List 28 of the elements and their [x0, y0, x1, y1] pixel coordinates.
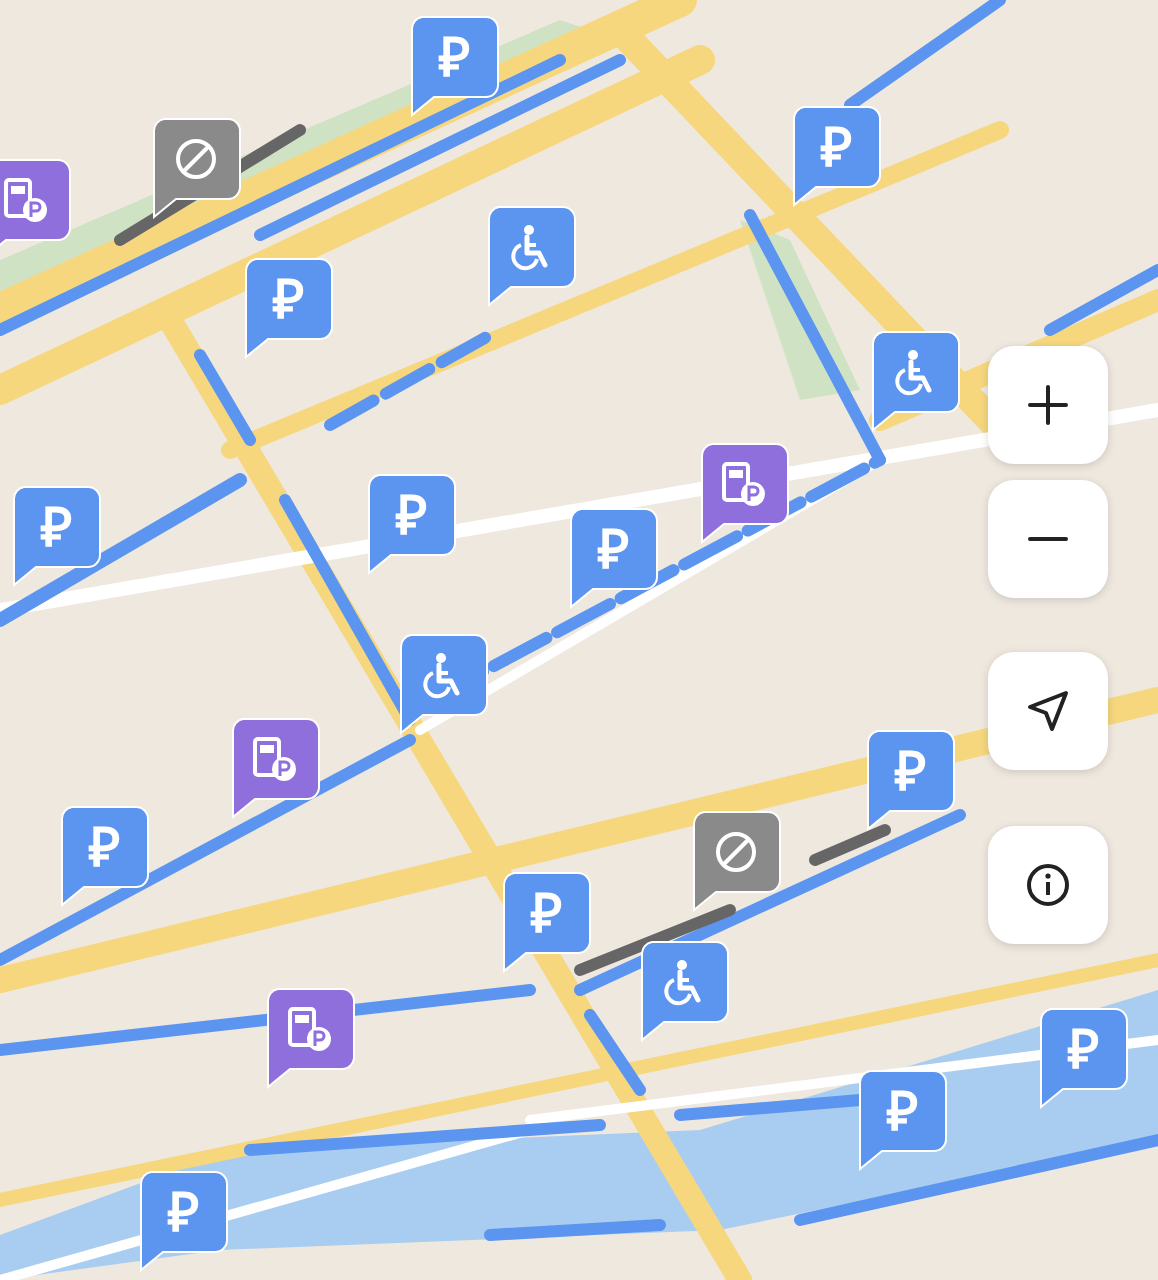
paid-parking-pin[interactable]: ₽	[58, 805, 150, 907]
paid-parking-pin[interactable]: ₽	[1037, 1007, 1129, 1109]
charging-parking-icon	[251, 735, 299, 783]
paid-parking-pin[interactable]: ₽	[864, 729, 956, 831]
paid-parking-pin[interactable]: ₽	[790, 105, 882, 207]
paid-parking-pin[interactable]: ₽	[137, 1170, 229, 1272]
charging-parking-icon	[2, 176, 50, 224]
paid-parking-pin[interactable]: ₽	[567, 507, 659, 609]
paid-parking-pin[interactable]: ₽	[242, 257, 334, 359]
paid-parking-pin[interactable]: ₽	[500, 871, 592, 973]
charging-parking-icon	[720, 460, 768, 508]
paid-parking-pin[interactable]: ₽	[365, 473, 457, 575]
info-button[interactable]	[988, 826, 1108, 944]
no-parking-pin[interactable]	[690, 810, 782, 912]
locate-button[interactable]	[988, 652, 1108, 770]
minus-icon	[1026, 536, 1070, 542]
charging-station-pin[interactable]	[698, 442, 790, 544]
paid-parking-pin[interactable]: ₽	[856, 1069, 948, 1171]
zoom-in-button[interactable]	[988, 346, 1108, 464]
charging-station-pin[interactable]	[264, 987, 356, 1089]
charging-parking-icon	[286, 1005, 334, 1053]
charging-station-pin[interactable]	[229, 717, 321, 819]
plus-icon	[1026, 383, 1070, 427]
navigation-arrow-icon	[1026, 689, 1070, 733]
info-icon	[1026, 863, 1070, 907]
no-parking-pin[interactable]	[150, 117, 242, 219]
paid-parking-pin[interactable]: ₽	[408, 15, 500, 117]
paid-parking-pin[interactable]: ₽	[10, 485, 102, 587]
